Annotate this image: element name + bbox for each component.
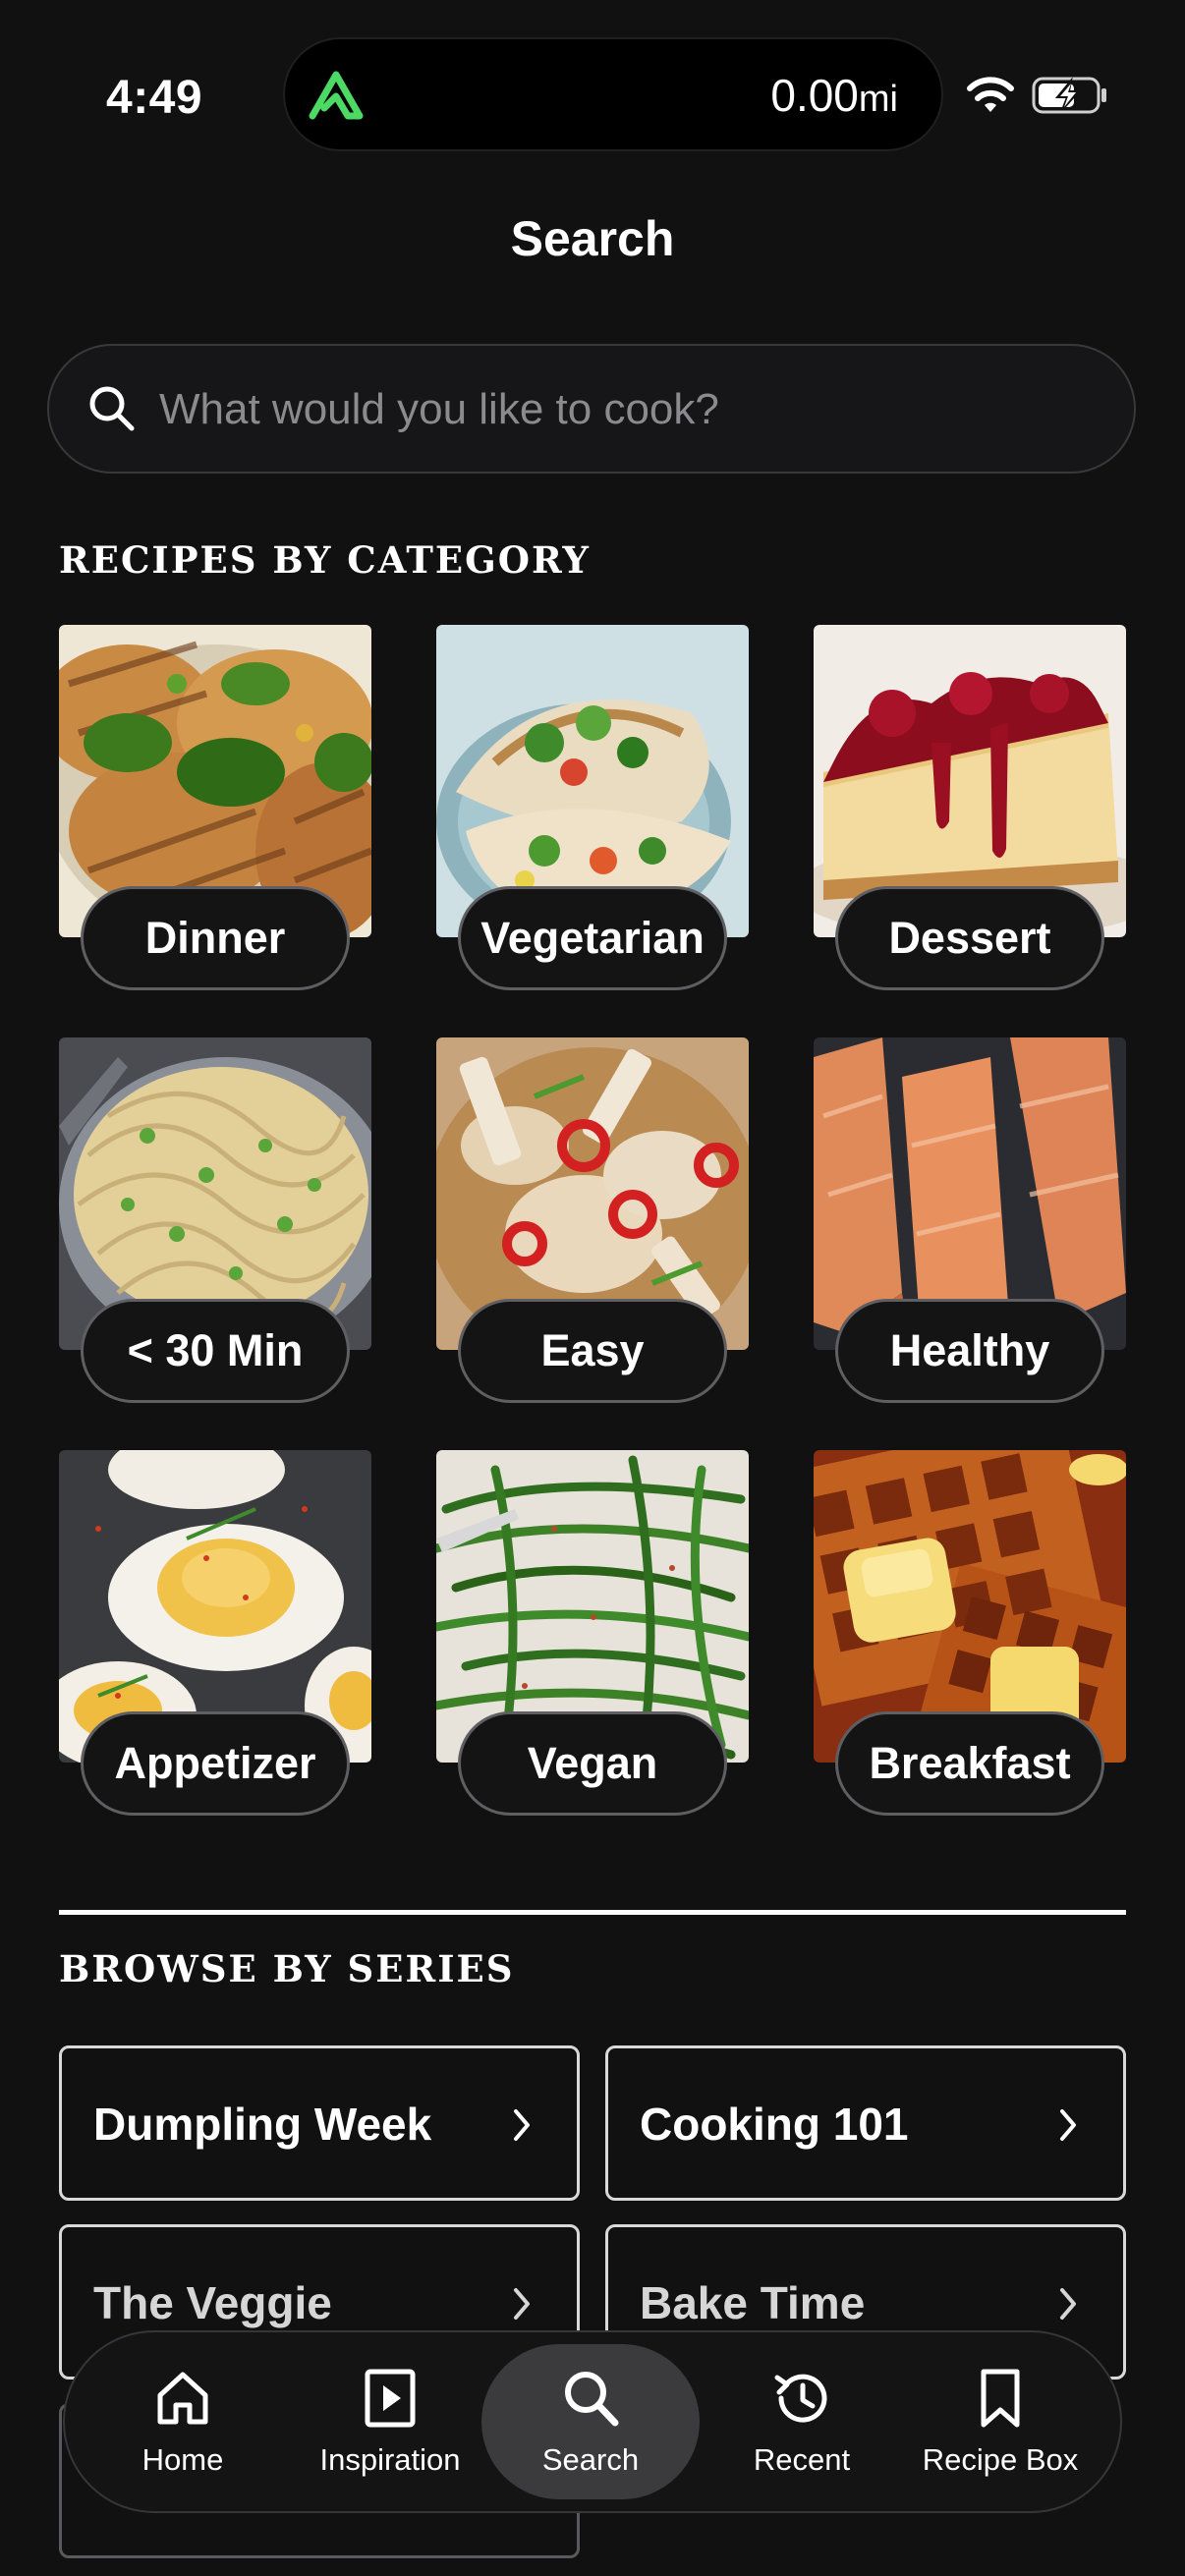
series-label: The Veggie [93,2277,332,2328]
category-label: Appetizer [81,1711,350,1816]
nav-home[interactable]: Home [114,2332,252,2511]
section-divider [59,1910,1126,1915]
status-time: 4:49 [106,72,203,124]
section-heading-series: BROWSE BY SERIES [59,1947,515,1990]
bookmark-icon [981,2369,1020,2428]
search-icon [89,386,135,431]
category-vegan[interactable]: Vegan [436,1450,749,1816]
series-label: Dumpling Week [93,2099,432,2150]
nav-label: Recent [753,2442,851,2477]
history-icon [774,2374,827,2423]
category-easy[interactable]: Easy [436,1037,749,1403]
distance-readout: 0.00mi [770,69,898,122]
search-bar[interactable] [47,344,1136,474]
chevron-right-icon [514,2109,530,2141]
section-heading-categories: RECIPES BY CATEGORY [59,538,591,582]
home-icon [157,2372,208,2425]
search-icon [565,2372,619,2427]
nav-label: Inspiration [319,2442,461,2477]
distance-value: 0.00 [770,70,859,121]
category-healthy[interactable]: Healthy [814,1037,1126,1403]
series-cooking-101[interactable]: Cooking 101 [605,2045,1126,2201]
nav-recipe-box[interactable]: Recipe Box [902,2332,1099,2511]
category-label: Vegetarian [458,886,727,990]
battery-charging-icon [1032,77,1106,114]
app-logo-icon [309,71,364,120]
nav-inspiration[interactable]: Inspiration [297,2332,483,2511]
series-dumpling-week[interactable]: Dumpling Week [59,2045,580,2201]
wifi-icon [967,77,1014,112]
page-title: Search [510,211,675,266]
series-label: Cooking 101 [640,2099,909,2150]
category-breakfast[interactable]: Breakfast [814,1450,1126,1816]
category-appetizer[interactable]: Appetizer [59,1450,371,1816]
category-dessert[interactable]: Dessert [814,625,1126,990]
play-icon [365,2369,416,2428]
chevron-right-icon [1060,2109,1076,2141]
category-label: Easy [458,1299,727,1403]
nav-recent[interactable]: Recent [713,2332,890,2511]
distance-unit: mi [858,79,898,120]
category-label: Vegan [458,1711,727,1816]
chevron-right-icon [514,2288,530,2320]
dynamic-island[interactable]: 0.00mi [285,39,941,149]
nav-label: Search [541,2442,640,2477]
category-under-30-min[interactable]: < 30 Min [59,1037,371,1403]
search-input[interactable] [157,346,1104,474]
chevron-right-icon [1060,2288,1076,2320]
category-label: Dinner [81,886,350,990]
category-dinner[interactable]: Dinner [59,625,371,990]
category-label: < 30 Min [81,1299,350,1403]
category-label: Healthy [835,1299,1104,1403]
nav-label: Home [141,2442,224,2477]
nav-label: Recipe Box [922,2442,1079,2477]
bottom-nav: Home Inspiration Search Recent Recipe Bo… [63,2330,1122,2513]
category-vegetarian[interactable]: Vegetarian [436,625,749,990]
series-label: Bake Time [640,2277,866,2328]
nav-search[interactable]: Search [481,2344,700,2499]
category-label: Dessert [835,886,1104,990]
category-label: Breakfast [835,1711,1104,1816]
